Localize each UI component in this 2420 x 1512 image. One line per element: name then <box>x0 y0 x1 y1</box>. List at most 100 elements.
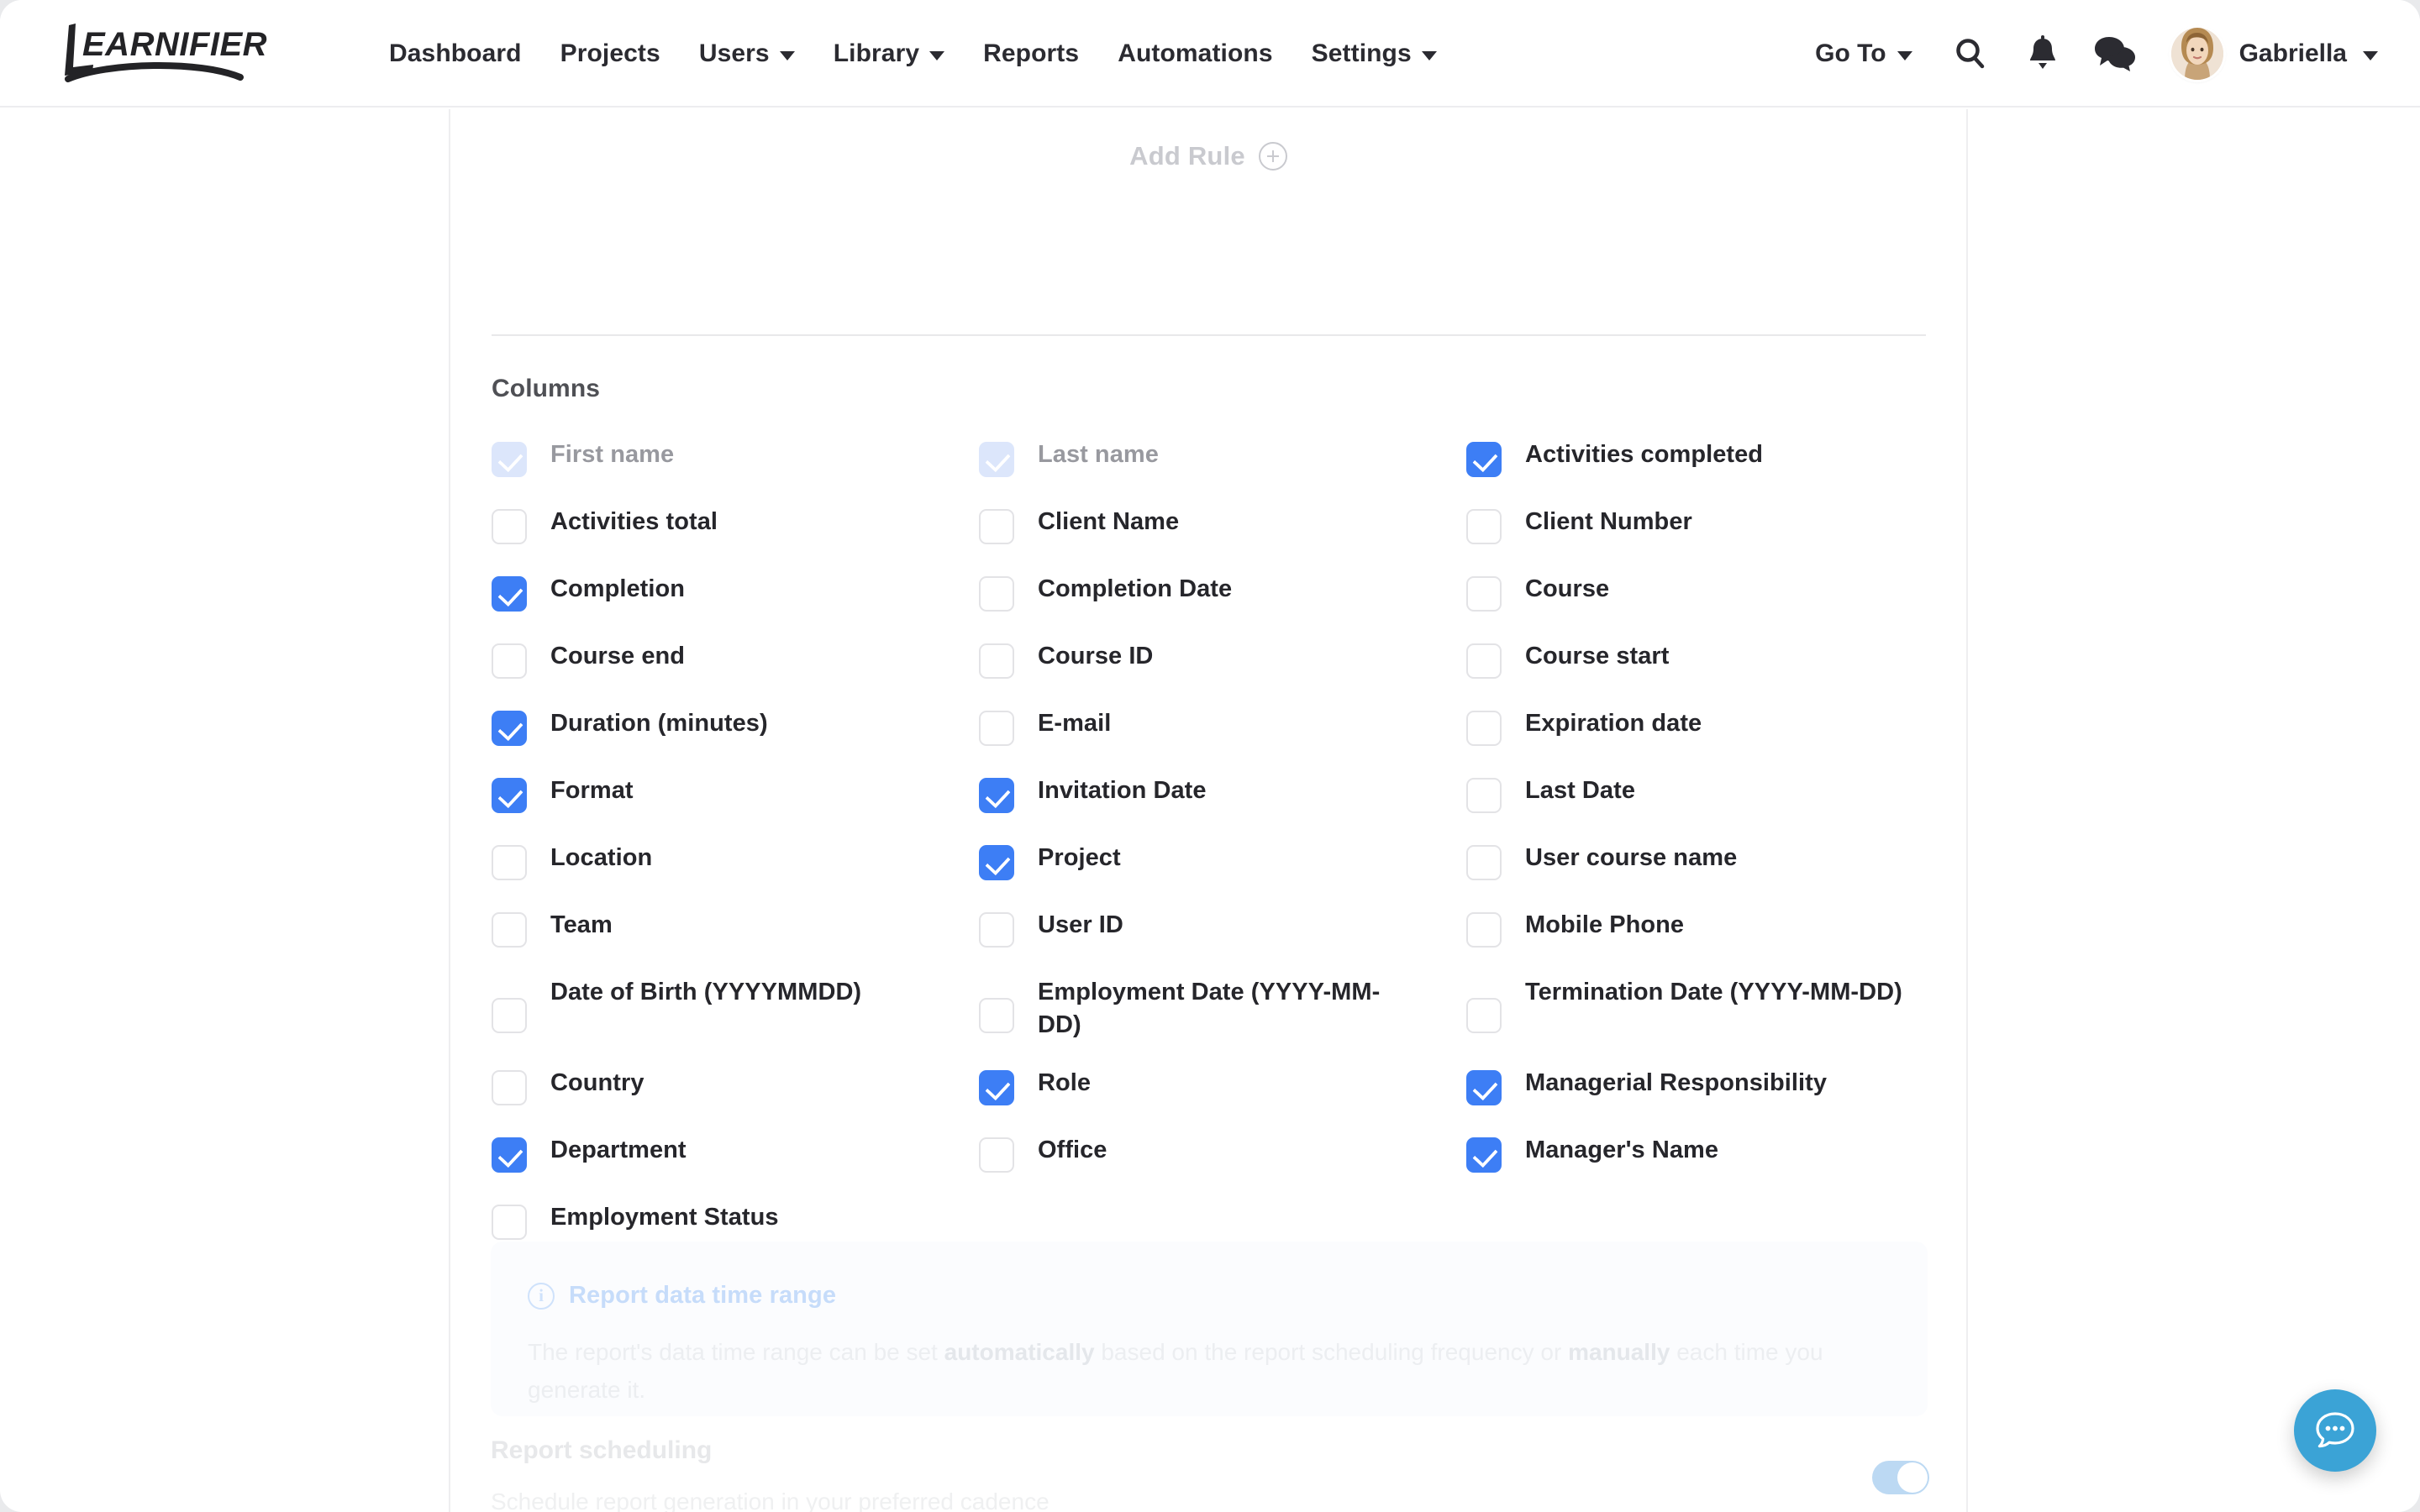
checkbox-employment-date-yyyy-mm-dd[interactable] <box>979 998 1014 1033</box>
column-checkbox-row[interactable]: Duration (minutes) <box>492 706 979 773</box>
column-checkbox-row[interactable]: Course start <box>1466 638 1928 706</box>
nav-item-settings[interactable]: Settings <box>1292 39 1456 68</box>
checkbox-label: Duration (minutes) <box>550 710 768 737</box>
column-checkbox-row[interactable]: First name <box>492 437 979 504</box>
checkbox-managerial-responsibility[interactable] <box>1466 1070 1502 1105</box>
column-checkbox-row[interactable]: Office <box>979 1132 1466 1200</box>
checkbox-user-course-name[interactable] <box>1466 845 1502 880</box>
checkbox-employment-status[interactable] <box>492 1205 527 1240</box>
nav-item-projects[interactable]: Projects <box>541 39 680 68</box>
checkbox-termination-date-yyyy-mm-dd[interactable] <box>1466 998 1502 1033</box>
checkbox-completion-date[interactable] <box>979 576 1014 612</box>
checkbox-duration-minutes[interactable] <box>492 711 527 746</box>
checkbox-role[interactable] <box>979 1070 1014 1105</box>
infobox-text-2: based on the report scheduling frequency… <box>1094 1339 1569 1365</box>
checkbox-format[interactable] <box>492 778 527 813</box>
info-circle-icon: i <box>528 1282 555 1310</box>
column-checkbox-row[interactable]: Department <box>492 1132 979 1200</box>
user-menu[interactable]: Gabriella <box>2151 28 2383 80</box>
column-checkbox-row[interactable]: Last Date <box>1466 773 1928 840</box>
column-checkbox-row[interactable]: Last name <box>979 437 1466 504</box>
nav-item-dashboard[interactable]: Dashboard <box>370 39 541 68</box>
learnifier-logo[interactable]: EARNIFIER <box>57 18 267 89</box>
checkbox-location[interactable] <box>492 845 527 880</box>
go-to-dropdown[interactable]: Go To <box>1793 39 1933 68</box>
nav-label: Reports <box>983 39 1080 67</box>
checkbox-invitation-date[interactable] <box>979 778 1014 813</box>
checkbox-course-end[interactable] <box>492 643 527 679</box>
column-checkbox-row[interactable]: E-mail <box>979 706 1466 773</box>
support-chat-button[interactable] <box>2294 1389 2376 1472</box>
messages-button[interactable] <box>2079 18 2151 90</box>
column-checkbox-row[interactable]: Client Number <box>1466 504 1928 571</box>
nav-item-automations[interactable]: Automations <box>1098 39 1292 68</box>
checkbox-client-name[interactable] <box>979 509 1014 544</box>
column-checkbox-row[interactable]: Managerial Responsibility <box>1466 1065 1928 1132</box>
column-checkbox-row[interactable]: Termination Date (YYYY-MM-DD) <box>1466 974 1928 1065</box>
checkbox-mobile-phone[interactable] <box>1466 912 1502 948</box>
column-checkbox-row[interactable]: Course end <box>492 638 979 706</box>
column-checkbox-row[interactable]: Invitation Date <box>979 773 1466 840</box>
checkbox-course-id[interactable] <box>979 643 1014 679</box>
checkbox-label: First name <box>550 441 675 468</box>
column-checkbox-row[interactable]: User course name <box>1466 840 1928 907</box>
checkbox-label: E-mail <box>1038 710 1112 737</box>
checkbox-label: Invitation Date <box>1038 777 1207 804</box>
nav-item-library[interactable]: Library <box>814 39 964 68</box>
column-checkbox-row[interactable]: Location <box>492 840 979 907</box>
column-checkbox-row[interactable]: Activities completed <box>1466 437 1928 504</box>
checkbox-department[interactable] <box>492 1137 527 1173</box>
column-checkbox-row[interactable]: Completion Date <box>979 571 1466 638</box>
svg-text:EARNIFIER: EARNIFIER <box>82 26 267 63</box>
checkbox-expiration-date[interactable] <box>1466 711 1502 746</box>
checkbox-e-mail[interactable] <box>979 711 1014 746</box>
nav-label: Projects <box>560 39 660 67</box>
header-actions: Go To Gabriella <box>1793 0 2383 108</box>
checkbox-course-start[interactable] <box>1466 643 1502 679</box>
column-checkbox-row[interactable]: Expiration date <box>1466 706 1928 773</box>
column-checkbox-row[interactable]: Mobile Phone <box>1466 907 1928 974</box>
column-checkbox-row[interactable]: Client Name <box>979 504 1466 571</box>
checkbox-team[interactable] <box>492 912 527 948</box>
checkbox-last-name <box>979 442 1014 477</box>
column-checkbox-row[interactable]: Format <box>492 773 979 840</box>
checkbox-user-id[interactable] <box>979 912 1014 948</box>
add-rule-button[interactable]: Add Rule <box>450 141 1966 171</box>
nav-item-users[interactable]: Users <box>680 39 814 68</box>
search-button[interactable] <box>1934 18 2007 90</box>
checkbox-completion[interactable] <box>492 576 527 612</box>
toggle-knob <box>1897 1462 1928 1493</box>
column-checkbox-row[interactable]: Date of Birth (YYYYMMDD) <box>492 974 979 1065</box>
checkbox-client-number[interactable] <box>1466 509 1502 544</box>
column-checkbox-row[interactable]: Activities total <box>492 504 979 571</box>
nav-item-reports[interactable]: Reports <box>964 39 1098 68</box>
column-checkbox-row[interactable]: Course <box>1466 571 1928 638</box>
checkbox-label: Department <box>550 1137 687 1163</box>
checkbox-date-of-birth-yyyymmdd[interactable] <box>492 998 527 1033</box>
checkbox-country[interactable] <box>492 1070 527 1105</box>
notifications-button[interactable] <box>2007 18 2079 90</box>
column-checkbox-row[interactable]: User ID <box>979 907 1466 974</box>
checkbox-course[interactable] <box>1466 576 1502 612</box>
infobox-bold-automatically: automatically <box>944 1339 1095 1365</box>
column-checkbox-row[interactable]: Role <box>979 1065 1466 1132</box>
nav-label: Settings <box>1311 39 1412 67</box>
column-checkbox-row[interactable]: Country <box>492 1065 979 1132</box>
checkbox-activities-completed[interactable] <box>1466 442 1502 477</box>
column-checkbox-row[interactable]: Course ID <box>979 638 1466 706</box>
column-checkbox-row[interactable]: Completion <box>492 571 979 638</box>
checkbox-office[interactable] <box>979 1137 1014 1173</box>
checkbox-project[interactable] <box>979 845 1014 880</box>
report-data-time-range-infobox: i Report data time range The report's da… <box>491 1242 1928 1416</box>
column-checkbox-row[interactable]: Manager's Name <box>1466 1132 1928 1200</box>
report-scheduling-toggle[interactable] <box>1872 1461 1929 1494</box>
column-checkbox-row[interactable]: Project <box>979 840 1466 907</box>
column-checkbox-row[interactable]: Employment Date (YYYY-MM-DD) <box>979 974 1466 1065</box>
checkbox-last-date[interactable] <box>1466 778 1502 813</box>
user-name-label: Gabriella <box>2238 39 2347 67</box>
checkbox-manager-s-name[interactable] <box>1466 1137 1502 1173</box>
column-checkbox-row[interactable]: Team <box>492 907 979 974</box>
checkbox-label: User ID <box>1038 911 1123 938</box>
checkbox-label: Course <box>1525 575 1610 602</box>
checkbox-activities-total[interactable] <box>492 509 527 544</box>
